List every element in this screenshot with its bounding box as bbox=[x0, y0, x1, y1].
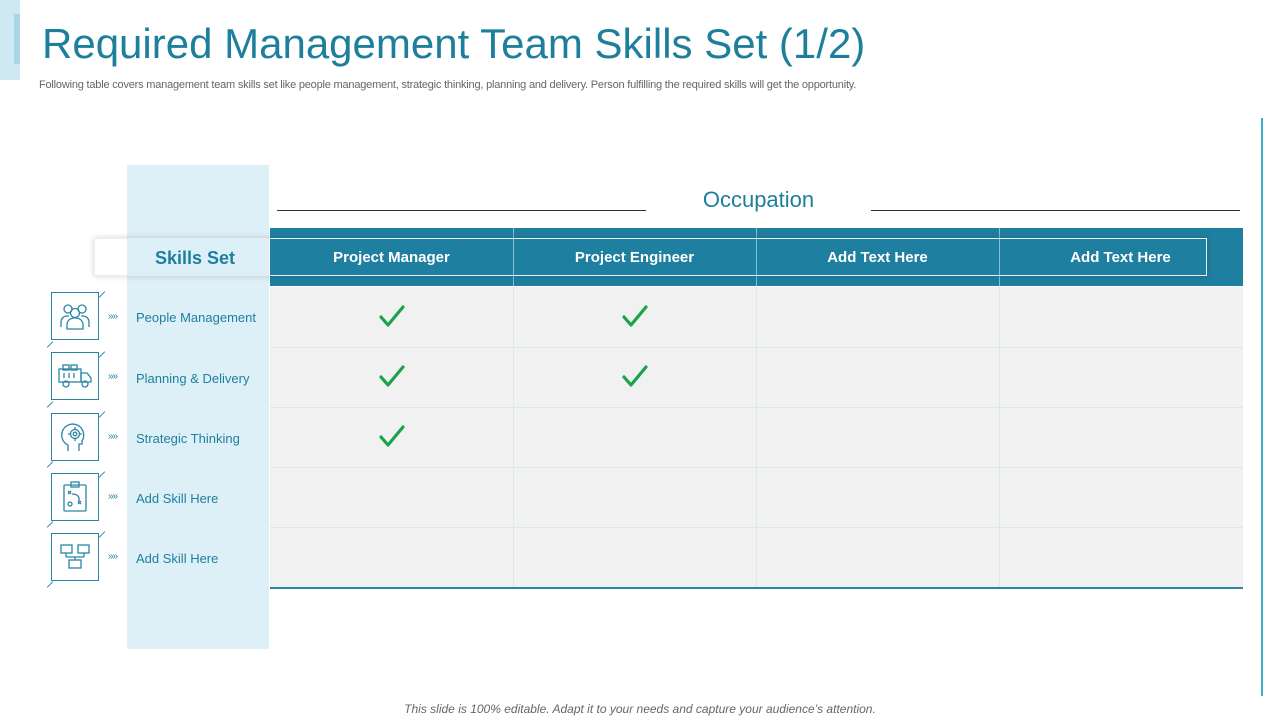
page-subtitle: Following table covers management team s… bbox=[39, 79, 857, 91]
strategy-board-icon bbox=[51, 473, 99, 521]
column-header: Add Text Here bbox=[827, 248, 928, 266]
check-icon bbox=[372, 297, 412, 337]
skill-arrow: »» bbox=[108, 371, 118, 382]
occupation-divider-left bbox=[277, 210, 646, 211]
skill-label: Add Skill Here bbox=[136, 491, 219, 506]
occupation-label: Occupation bbox=[702, 187, 815, 212]
check-icon bbox=[615, 357, 655, 397]
skill-label: People Management bbox=[136, 310, 256, 325]
footer-note: This slide is 100% editable. Adapt it to… bbox=[404, 702, 876, 716]
check-icon bbox=[372, 417, 412, 457]
column-header: Project Engineer bbox=[574, 248, 695, 266]
check-icon bbox=[372, 357, 412, 397]
skill-arrow: »» bbox=[108, 551, 118, 562]
delivery-truck-icon bbox=[51, 352, 99, 400]
skill-arrow: »» bbox=[108, 311, 118, 322]
skill-label: Strategic Thinking bbox=[136, 431, 240, 446]
skills-set-header: Skills Set bbox=[154, 247, 236, 268]
table-bottom-border bbox=[270, 587, 1243, 589]
check-icon bbox=[615, 297, 655, 337]
skill-label: Planning & Delivery bbox=[136, 371, 250, 386]
column-header: Project Manager bbox=[333, 248, 450, 266]
people-group-icon bbox=[51, 292, 99, 340]
network-computers-icon bbox=[51, 533, 99, 581]
column-divider bbox=[999, 287, 1000, 587]
header-divider bbox=[756, 228, 757, 286]
occupation-divider-right bbox=[871, 210, 1240, 211]
column-divider bbox=[513, 287, 514, 587]
column-divider bbox=[756, 287, 757, 587]
corner-accent-inner bbox=[14, 14, 20, 64]
head-gear-icon bbox=[51, 413, 99, 461]
skill-arrow: »» bbox=[108, 431, 118, 442]
skill-arrow: »» bbox=[108, 491, 118, 502]
header-divider bbox=[513, 228, 514, 286]
skill-label: Add Skill Here bbox=[136, 551, 219, 566]
skills-column-background bbox=[127, 165, 269, 649]
column-header: Add Text Here bbox=[1070, 248, 1171, 266]
page-title: Required Management Team Skills Set (1/2… bbox=[42, 20, 866, 67]
right-edge-line bbox=[1261, 118, 1263, 696]
header-divider bbox=[999, 228, 1000, 286]
